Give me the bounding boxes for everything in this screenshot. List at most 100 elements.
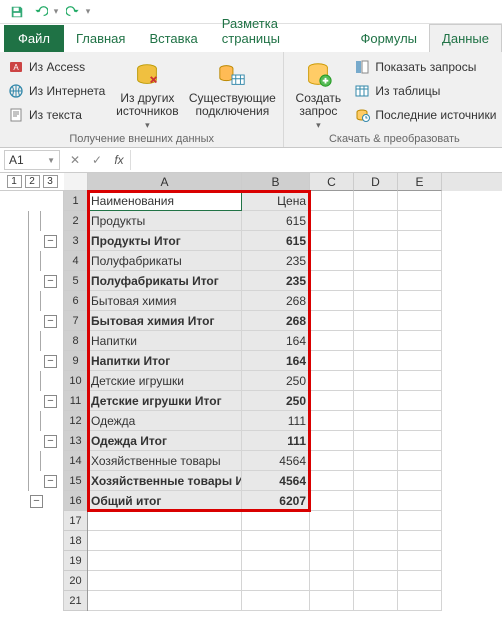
- cell[interactable]: [310, 411, 354, 431]
- cell[interactable]: [398, 491, 442, 511]
- save-icon[interactable]: [6, 1, 28, 23]
- cell[interactable]: [354, 311, 398, 331]
- from-web-button[interactable]: Из Интернета: [6, 80, 107, 102]
- row-header[interactable]: 17: [64, 511, 87, 531]
- cell[interactable]: [398, 291, 442, 311]
- cell[interactable]: [354, 511, 398, 531]
- cell[interactable]: [310, 451, 354, 471]
- undo-icon[interactable]: [30, 1, 52, 23]
- from-access-button[interactable]: AИз Access: [6, 56, 107, 78]
- cell[interactable]: 615: [242, 231, 310, 251]
- cell[interactable]: [398, 431, 442, 451]
- chevron-down-icon[interactable]: ▼: [47, 156, 55, 165]
- cell[interactable]: [310, 311, 354, 331]
- tab-insert[interactable]: Вставка: [137, 25, 209, 52]
- cell[interactable]: [354, 411, 398, 431]
- cell[interactable]: Наименования: [88, 191, 242, 211]
- tab-layout[interactable]: Разметка страницы: [210, 10, 349, 52]
- row-header[interactable]: 16: [64, 491, 87, 511]
- cell[interactable]: [398, 531, 442, 551]
- cell[interactable]: [354, 351, 398, 371]
- outline-level-2[interactable]: 2: [25, 175, 40, 188]
- cell[interactable]: [310, 351, 354, 371]
- cell[interactable]: Хозяйственные товары Итог: [88, 471, 242, 491]
- cell[interactable]: [242, 511, 310, 531]
- collapse-icon[interactable]: −: [44, 235, 57, 248]
- cell[interactable]: [88, 551, 242, 571]
- cell[interactable]: Полуфабрикаты Итог: [88, 271, 242, 291]
- collapse-icon[interactable]: −: [44, 275, 57, 288]
- cell[interactable]: [398, 191, 442, 211]
- cell[interactable]: [242, 591, 310, 611]
- cell[interactable]: [398, 211, 442, 231]
- cell[interactable]: [310, 331, 354, 351]
- column-header-B[interactable]: B: [242, 173, 310, 191]
- cell[interactable]: [310, 191, 354, 211]
- cell[interactable]: [310, 251, 354, 271]
- cell[interactable]: [310, 291, 354, 311]
- row-header[interactable]: 6: [64, 291, 87, 311]
- row-header[interactable]: 5: [64, 271, 87, 291]
- row-header[interactable]: 3: [64, 231, 87, 251]
- collapse-icon[interactable]: −: [44, 315, 57, 328]
- column-header-D[interactable]: D: [354, 173, 398, 191]
- row-header[interactable]: 7: [64, 311, 87, 331]
- cell[interactable]: [242, 531, 310, 551]
- collapse-icon[interactable]: −: [30, 495, 43, 508]
- cell[interactable]: Одежда: [88, 411, 242, 431]
- select-all-cell[interactable]: [64, 173, 88, 191]
- new-query-button[interactable]: Создать запрос▾: [290, 56, 346, 131]
- cell[interactable]: Бытовая химия: [88, 291, 242, 311]
- cell[interactable]: 6207: [242, 491, 310, 511]
- cell[interactable]: [398, 591, 442, 611]
- cell[interactable]: Цена: [242, 191, 310, 211]
- collapse-icon[interactable]: −: [44, 395, 57, 408]
- cell[interactable]: Общий итог: [88, 491, 242, 511]
- cell[interactable]: 235: [242, 251, 310, 271]
- cell[interactable]: [310, 511, 354, 531]
- cell[interactable]: 268: [242, 291, 310, 311]
- cell[interactable]: [354, 551, 398, 571]
- cell[interactable]: 4564: [242, 471, 310, 491]
- row-header[interactable]: 8: [64, 331, 87, 351]
- redo-icon[interactable]: [62, 1, 84, 23]
- row-header[interactable]: 11: [64, 391, 87, 411]
- row-header[interactable]: 1: [64, 191, 87, 211]
- cell[interactable]: Продукты: [88, 211, 242, 231]
- qat-customize-icon[interactable]: ▾: [84, 1, 92, 23]
- cell[interactable]: [354, 211, 398, 231]
- cell[interactable]: 235: [242, 271, 310, 291]
- from-text-button[interactable]: Из текста: [6, 104, 107, 126]
- cell[interactable]: [310, 551, 354, 571]
- existing-conn-button[interactable]: Существующие подключения: [187, 56, 277, 118]
- cell[interactable]: [354, 331, 398, 351]
- row-header[interactable]: 13: [64, 431, 87, 451]
- show-queries-button[interactable]: Показать запросы: [352, 56, 498, 78]
- cell[interactable]: [398, 331, 442, 351]
- cell[interactable]: [354, 571, 398, 591]
- cell[interactable]: [398, 391, 442, 411]
- tab-file[interactable]: Файл: [4, 25, 64, 52]
- column-header-E[interactable]: E: [398, 173, 442, 191]
- cell[interactable]: [88, 571, 242, 591]
- collapse-icon[interactable]: −: [44, 355, 57, 368]
- cell[interactable]: [310, 471, 354, 491]
- tab-data[interactable]: Данные: [429, 24, 502, 52]
- cell[interactable]: [354, 291, 398, 311]
- cell[interactable]: Полуфабрикаты: [88, 251, 242, 271]
- cell[interactable]: [310, 591, 354, 611]
- cell[interactable]: [310, 211, 354, 231]
- cell[interactable]: [398, 511, 442, 531]
- cell[interactable]: 268: [242, 311, 310, 331]
- row-header[interactable]: 2: [64, 211, 87, 231]
- cell[interactable]: [398, 571, 442, 591]
- cell[interactable]: 164: [242, 351, 310, 371]
- recent-sources-button[interactable]: Последние источники: [352, 104, 498, 126]
- row-header[interactable]: 20: [64, 571, 87, 591]
- cell[interactable]: [242, 571, 310, 591]
- cell[interactable]: [310, 571, 354, 591]
- cell[interactable]: [398, 371, 442, 391]
- cell[interactable]: [398, 411, 442, 431]
- cell[interactable]: [354, 231, 398, 251]
- cell[interactable]: [354, 191, 398, 211]
